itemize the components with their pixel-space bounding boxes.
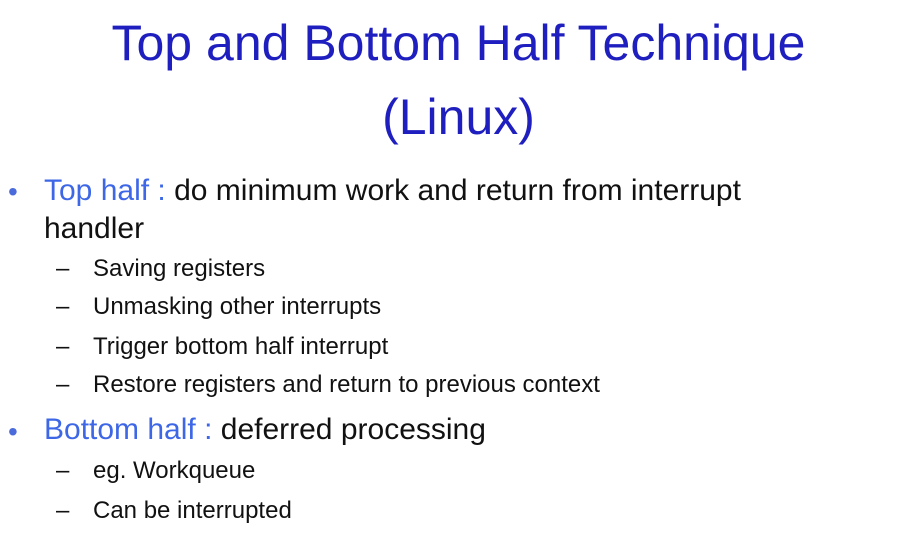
subitem-text: Unmasking other interrupts xyxy=(93,293,382,320)
bullet-bottom-half: • Bottom half : deferred processing xyxy=(0,410,917,454)
subitem-workqueue: – eg. Workqueue xyxy=(0,456,917,486)
subitem-text: Trigger bottom half interrupt xyxy=(93,333,389,360)
bullet-text-line1: Bottom half : deferred processing xyxy=(44,410,904,450)
dash-marker: – xyxy=(56,255,70,282)
slide-title-line2: (Linux) xyxy=(382,89,535,145)
subitem-text: Saving registers xyxy=(93,255,266,282)
bullet-symbol: • xyxy=(8,416,18,447)
subitem-text: Restore registers and return to previous… xyxy=(93,371,600,398)
bullet-symbol: • xyxy=(8,176,18,207)
subitem-can-be-interrupted: – Can be interrupted xyxy=(0,496,917,526)
bullet-label: Bottom half : xyxy=(44,413,213,446)
dash-marker: – xyxy=(56,457,70,484)
subitem-saving-registers: – Saving registers xyxy=(0,254,917,284)
dash-marker: – xyxy=(56,497,70,524)
slide-title-line1: Top and Bottom Half Technique xyxy=(111,15,806,71)
bullet-text-line1: Top half : do minimum work and return fr… xyxy=(44,171,904,211)
bullet-description: do minimum work and return from interrup… xyxy=(165,174,741,207)
subitem-trigger-bottom-half: – Trigger bottom half interrupt xyxy=(0,332,917,362)
subitem-text: eg. Workqueue xyxy=(93,457,256,484)
bullet-text-line2: handler xyxy=(44,212,145,245)
bullet-description: deferred processing xyxy=(212,413,486,446)
subitem-text: Can be interrupted xyxy=(93,497,292,524)
bullet-label: Top half : xyxy=(44,174,166,207)
subitem-unmasking-interrupts: – Unmasking other interrupts xyxy=(0,292,917,322)
dash-marker: – xyxy=(56,293,70,320)
dash-marker: – xyxy=(56,333,70,360)
bullet-top-half: • Top half : do minimum work and return … xyxy=(0,171,917,253)
subitem-restore-registers: – Restore registers and return to previo… xyxy=(0,370,917,400)
dash-marker: – xyxy=(56,371,70,398)
